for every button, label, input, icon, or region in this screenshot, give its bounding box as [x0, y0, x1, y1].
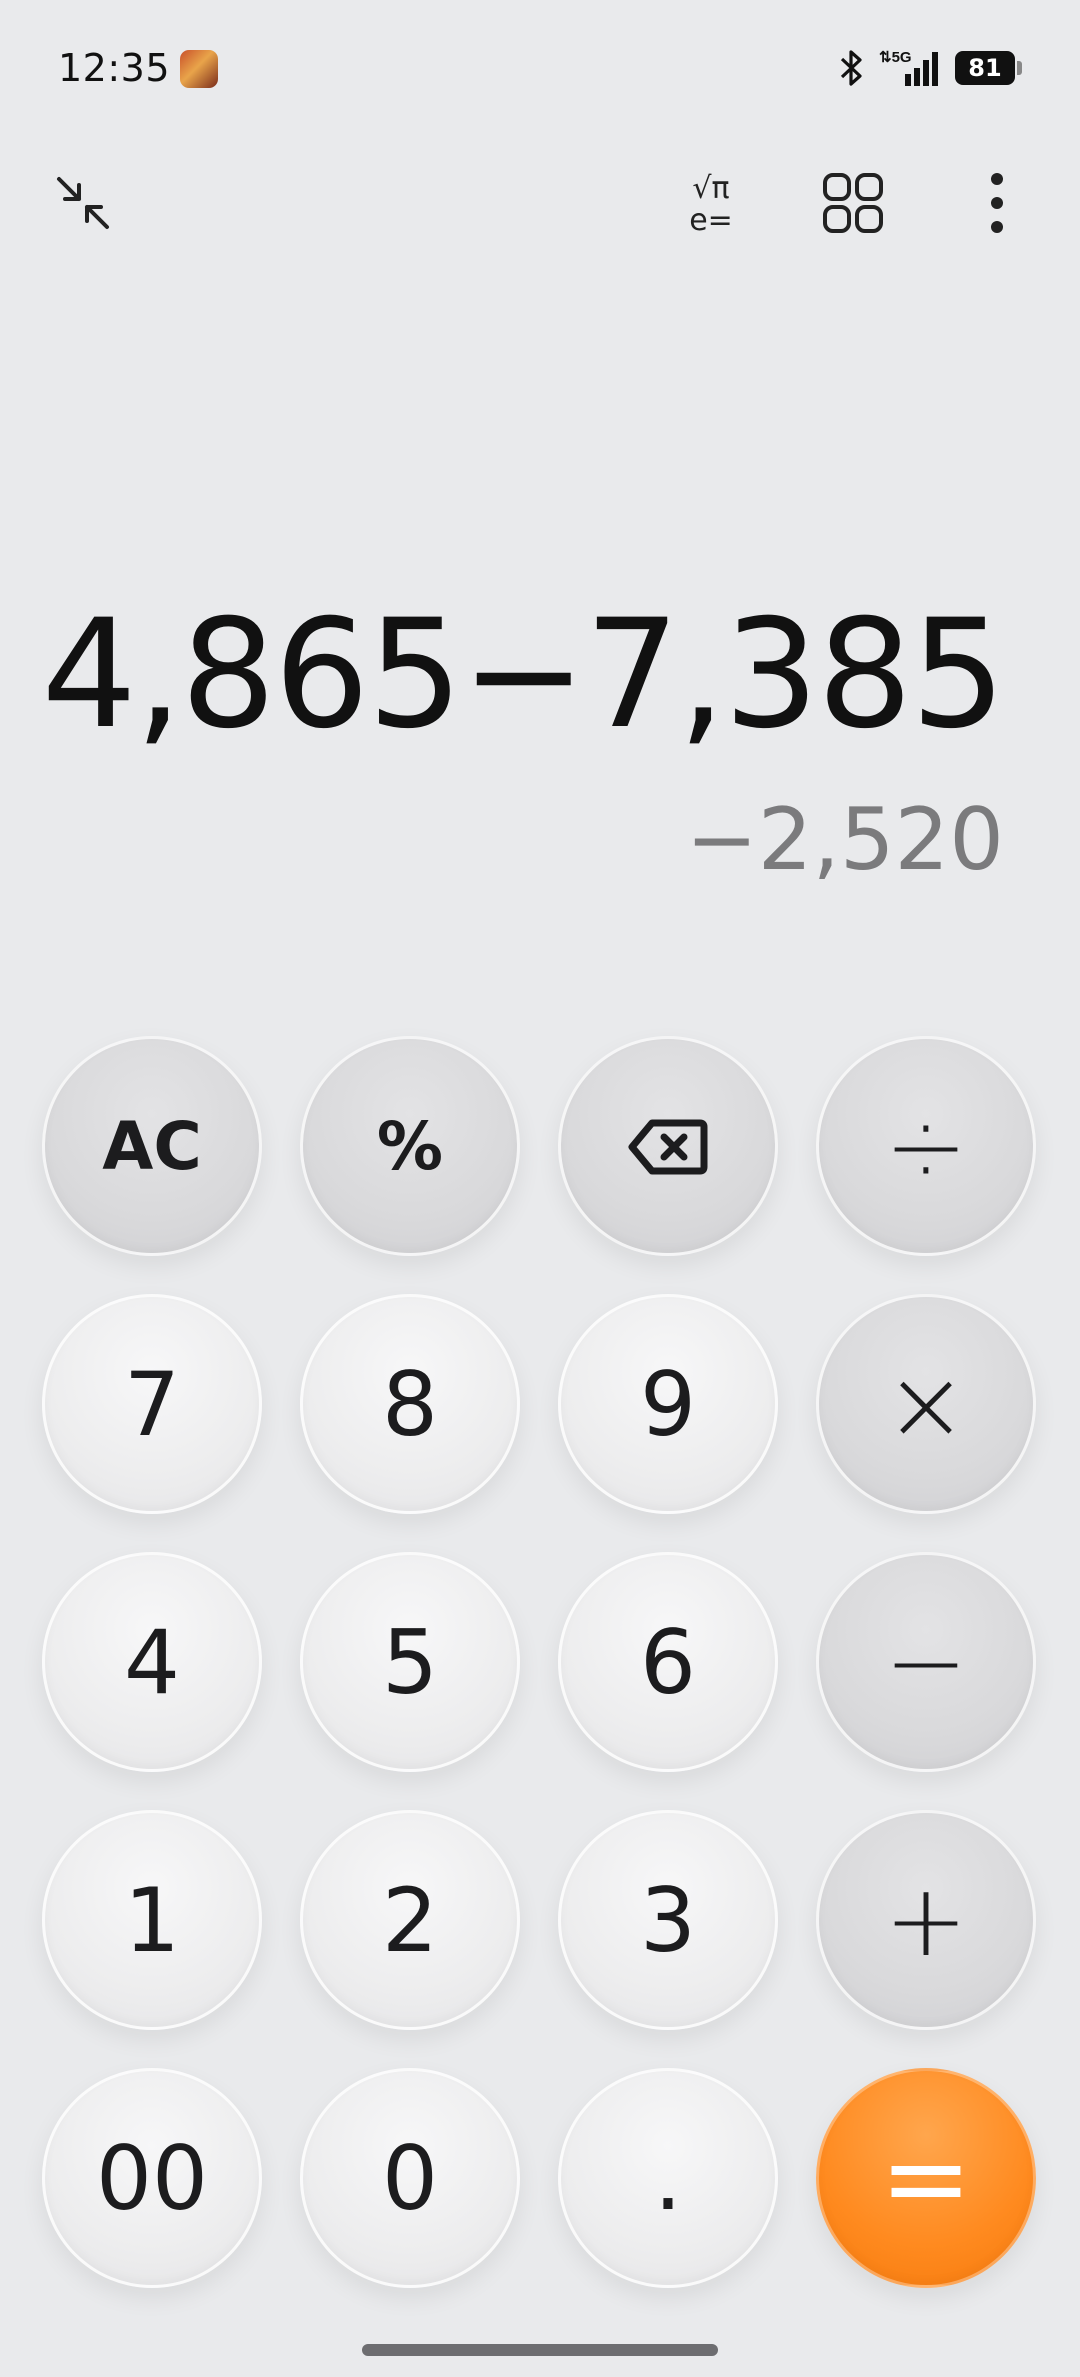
digit-4-button[interactable]: 4	[42, 1552, 262, 1772]
cellular-signal-icon: ⇅5G	[879, 48, 941, 88]
digit-3-button[interactable]: 3	[558, 1810, 778, 2030]
home-indicator[interactable]	[362, 2344, 718, 2356]
status-bar: 12:35 ⇅5G 81	[0, 0, 1080, 140]
converter-button[interactable]	[808, 160, 898, 250]
digit-5-button[interactable]: 5	[300, 1552, 520, 1772]
digit-2-button[interactable]: 2	[300, 1810, 520, 2030]
decimal-button[interactable]: .	[558, 2068, 778, 2288]
digit-9-button[interactable]: 9	[558, 1294, 778, 1514]
collapse-icon	[53, 173, 113, 237]
digit-6-button[interactable]: 6	[558, 1552, 778, 1772]
scientific-mode-icon: √π e=	[689, 173, 733, 237]
scientific-icon-top: √π	[692, 171, 730, 206]
status-icons: ⇅5G 81	[839, 48, 1022, 88]
clear-button[interactable]: AC	[42, 1036, 262, 1256]
battery-indicator: 81	[955, 51, 1022, 85]
more-options-icon	[987, 171, 1007, 239]
collapse-button[interactable]	[38, 160, 128, 250]
equals-button[interactable]: =	[816, 2068, 1036, 2288]
percent-button[interactable]: %	[300, 1036, 520, 1256]
scientific-mode-button[interactable]: √π e=	[666, 160, 756, 250]
digit-1-button[interactable]: 1	[42, 1810, 262, 2030]
backspace-icon	[628, 1095, 708, 1198]
battery-cap	[1017, 61, 1022, 75]
more-options-button[interactable]	[952, 160, 1042, 250]
game-app-notification-icon	[180, 50, 218, 88]
converter-grid-icon	[821, 171, 885, 239]
scientific-icon-bottom: e=	[689, 203, 733, 238]
digit-7-button[interactable]: 7	[42, 1294, 262, 1514]
digit-8-button[interactable]: 8	[300, 1294, 520, 1514]
minus-button[interactable]: −	[816, 1552, 1036, 1772]
bluetooth-icon	[839, 49, 865, 87]
plus-button[interactable]: +	[816, 1810, 1036, 2030]
backspace-button[interactable]	[558, 1036, 778, 1256]
calculator-toolbar: √π e=	[0, 160, 1080, 270]
divide-button[interactable]: ÷	[816, 1036, 1036, 1256]
status-time: 12:35	[58, 46, 171, 90]
result-preview: −2,520	[685, 790, 1004, 890]
multiply-button[interactable]: ×	[816, 1294, 1036, 1514]
double-zero-button[interactable]: 00	[42, 2068, 262, 2288]
digit-0-button[interactable]: 0	[300, 2068, 520, 2288]
battery-level: 81	[955, 51, 1015, 85]
svg-text:⇅5G: ⇅5G	[879, 49, 912, 66]
expression-display: 4,865−7,385	[41, 588, 1006, 762]
